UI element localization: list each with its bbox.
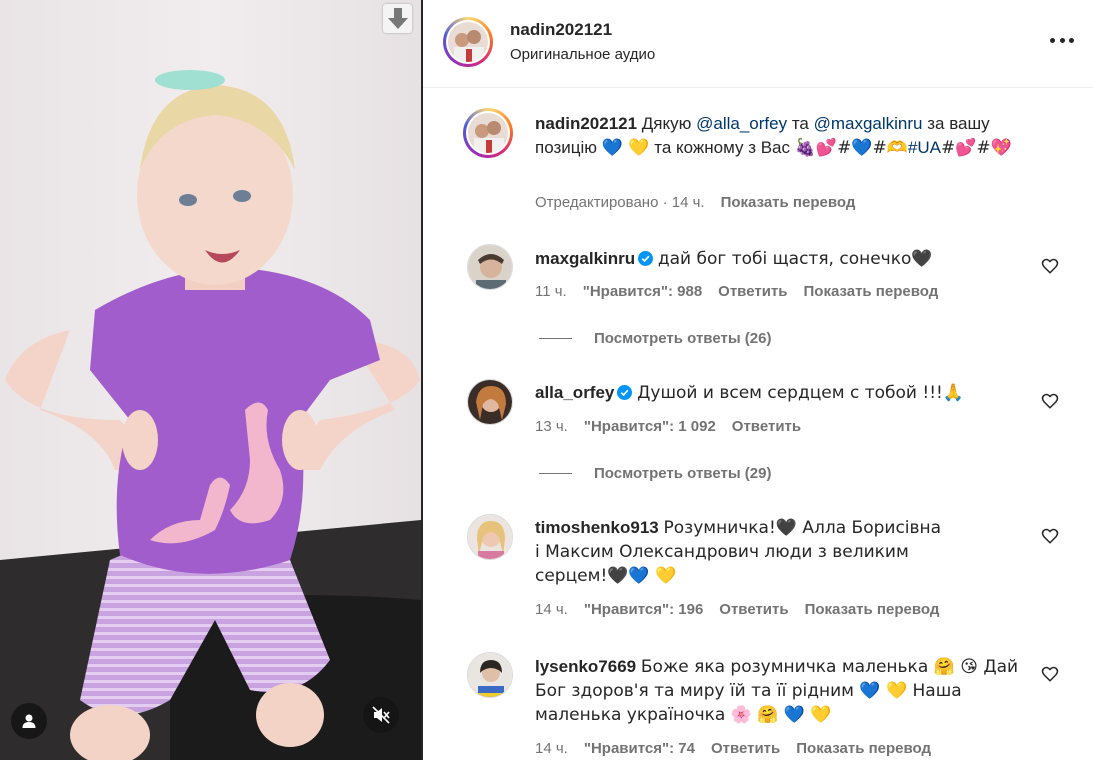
video-player[interactable] (0, 0, 421, 760)
comment-meta: 13 ч. "Нравится": 1 092 Ответить (535, 418, 801, 435)
heart-outline-icon[interactable] (1041, 665, 1059, 683)
comment-meta: 14 ч. "Нравится": 196 Ответить Показать … (535, 601, 939, 618)
mute-toggle-button[interactable] (363, 697, 399, 733)
speaker-muted-icon (372, 706, 390, 724)
comment-time: 13 ч. (535, 418, 568, 435)
post-details-panel: nadin202121 Оригинальное аудио nadin2021… (423, 0, 1093, 760)
comment-text: Душой и всем сердцем с тобой !!!🙏 (637, 383, 964, 403)
user-icon (22, 714, 36, 728)
heart-outline-icon[interactable] (1041, 527, 1059, 545)
comment-likes[interactable]: "Нравится": 196 (584, 601, 703, 618)
edited-label: Отредактировано (535, 194, 659, 211)
post-header: nadin202121 Оригинальное аудио (423, 0, 1093, 88)
comment-avatar[interactable] (467, 514, 513, 560)
caption-text: та (787, 114, 814, 133)
reply-button[interactable]: Ответить (719, 601, 788, 618)
replies-divider (539, 473, 572, 474)
mention-link[interactable]: @alla_orfey (696, 114, 787, 133)
reply-button[interactable]: Ответить (718, 283, 787, 300)
author-photo (448, 22, 488, 62)
view-replies-label: Посмотреть ответы (29) (594, 465, 772, 482)
comment-likes[interactable]: "Нравится": 988 (583, 283, 702, 300)
download-arrow-icon (387, 7, 408, 29)
comment-body: lysenko7669 Боже яка розумничка маленька… (535, 655, 1035, 727)
caption-text: Дякую (641, 114, 697, 133)
comment-body: timoshenko913 Розумничка!🖤 Алла Борисівн… (535, 516, 945, 588)
caption-time: 14 ч. (671, 194, 705, 211)
view-replies-label: Посмотреть ответы (26) (594, 330, 772, 347)
download-button[interactable] (383, 4, 412, 33)
comment-username[interactable]: lysenko7669 (535, 657, 636, 676)
comment-time: 14 ч. (535, 740, 568, 757)
author-photo (468, 113, 508, 153)
replies-divider (539, 338, 572, 339)
caption-meta: Отредактировано · 14 ч. Показать перевод (535, 194, 856, 211)
comment-body: maxgalkinru дай бог тобі щастя, сонечко🖤 (535, 247, 1035, 271)
comment-likes[interactable]: "Нравится": 1 092 (584, 418, 716, 435)
video-frame-image (0, 0, 421, 760)
audio-link[interactable]: Оригинальное аудио (510, 46, 655, 63)
post-author-username[interactable]: nadin202121 (510, 20, 612, 40)
verified-badge-icon (617, 385, 633, 400)
reply-button[interactable]: Ответить (711, 740, 780, 757)
comment-meta: 11 ч. "Нравится": 988 Ответить Показать … (535, 283, 938, 300)
post-caption: nadin202121 Дякую @alla_orfey та @maxgal… (535, 112, 1055, 160)
caption-emojis: 💙 💛 (601, 138, 650, 158)
comment-avatar[interactable] (467, 652, 513, 698)
comment-username[interactable]: maxgalkinru (535, 249, 635, 268)
comment-username[interactable]: alla_orfey (535, 383, 614, 402)
comment-time: 11 ч. (535, 283, 567, 300)
show-translation-link[interactable]: Показать перевод (804, 283, 939, 300)
comment-avatar[interactable] (467, 379, 513, 425)
caption-author-avatar[interactable] (463, 108, 513, 158)
show-translation-link[interactable]: Показать перевод (721, 194, 856, 211)
reply-button[interactable]: Ответить (732, 418, 801, 435)
heart-outline-icon[interactable] (1041, 257, 1059, 275)
comment-username[interactable]: timoshenko913 (535, 518, 659, 537)
tagged-users-button[interactable] (11, 703, 47, 739)
caption-emojis: 🍇💕#💙#🫶 (794, 138, 908, 158)
show-translation-link[interactable]: Показать перевод (796, 740, 931, 757)
hashtag-link[interactable]: #UA (908, 138, 941, 157)
heart-outline-icon[interactable] (1041, 392, 1059, 410)
more-options-icon[interactable] (1047, 30, 1077, 50)
comment-text: дай бог тобі щастя, сонечко🖤 (657, 249, 933, 269)
show-translation-link[interactable]: Показать перевод (805, 601, 940, 618)
comment-meta: 14 ч. "Нравится": 74 Ответить Показать п… (535, 740, 931, 757)
verified-badge-icon (638, 251, 654, 266)
mention-link[interactable]: @maxgalkinru (814, 114, 923, 133)
view-replies-button[interactable]: Посмотреть ответы (29) (539, 465, 771, 482)
comment-body: alla_orfey Душой и всем сердцем с тобой … (535, 381, 1035, 405)
caption-username[interactable]: nadin202121 (535, 114, 637, 133)
comment-likes[interactable]: "Нравится": 74 (584, 740, 695, 757)
comment-time: 14 ч. (535, 601, 568, 618)
post-author-avatar[interactable] (443, 17, 493, 67)
caption-emojis: #💕#💖 (940, 138, 1012, 158)
view-replies-button[interactable]: Посмотреть ответы (26) (539, 330, 771, 347)
caption-text: та кожному з Вас (649, 138, 795, 157)
comment-avatar[interactable] (467, 244, 513, 290)
